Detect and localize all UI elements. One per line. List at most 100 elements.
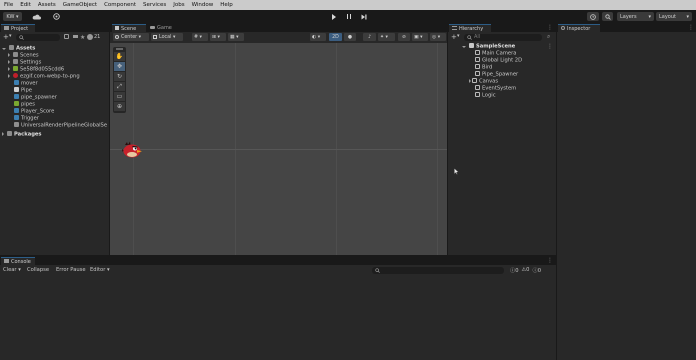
eye-icon[interactable] — [87, 34, 93, 40]
panel-menu-icon[interactable]: ⋮ — [688, 24, 694, 31]
scene-menu-icon[interactable]: ⋮ — [547, 43, 553, 50]
item-label: 5e58f8d055cdd6 — [20, 66, 65, 73]
hand-tool-button[interactable]: ✋ — [114, 52, 125, 61]
panel-menu-icon[interactable]: ⋮ — [547, 257, 553, 264]
history-button[interactable] — [587, 12, 599, 21]
add-object-button[interactable]: + — [451, 33, 457, 41]
error-filter-toggle[interactable]: ⓘ0 — [532, 267, 541, 274]
tree-item-packages[interactable]: Packages — [2, 131, 42, 138]
audio-toggle[interactable]: ♪ — [363, 33, 376, 41]
tab-inspector[interactable]: Inspector — [558, 24, 600, 32]
error-pause-toggle[interactable]: Error Pause — [56, 267, 86, 273]
error-count: 0 — [537, 268, 541, 274]
menu-edit[interactable]: Edit — [20, 2, 31, 8]
filter-type-icon[interactable] — [64, 34, 70, 40]
item-label: Settings — [20, 59, 42, 66]
hierarchy-item-logic[interactable]: Logic — [475, 92, 496, 99]
filter-label-icon[interactable] — [73, 34, 79, 40]
lighting-toggle[interactable]: ● — [344, 33, 356, 41]
menu-help[interactable]: Help — [220, 2, 233, 8]
2d-mode-toggle[interactable]: 2D — [329, 33, 342, 41]
menu-component[interactable]: Component — [104, 2, 136, 8]
play-button[interactable] — [327, 12, 340, 21]
tree-item-trigger[interactable]: Trigger — [14, 115, 39, 122]
tree-item-pipes[interactable]: pipes — [14, 101, 35, 108]
tab-game[interactable]: Game — [147, 24, 177, 32]
menu-window[interactable]: Window — [192, 2, 214, 8]
pivot-center-dropdown[interactable]: Center ▾ — [113, 33, 149, 41]
tree-item-sprite-1[interactable]: 5e58f8d055cdd6 — [8, 66, 64, 73]
hidden-objects-toggle[interactable]: ⊘ — [398, 33, 410, 41]
rect-tool-button[interactable]: ▭ — [114, 92, 125, 101]
chevron-right-icon — [8, 59, 10, 64]
rotate-tool-button[interactable]: ↻ — [114, 72, 125, 81]
services-button[interactable] — [50, 12, 62, 21]
folder-icon — [13, 59, 18, 64]
clear-button[interactable]: Clear ▾ — [3, 267, 21, 273]
item-label: Bird — [482, 64, 493, 71]
hierarchy-search-input[interactable]: All — [464, 33, 542, 41]
grid-snap-button[interactable]: # ▾ — [192, 33, 208, 41]
hierarchy-item-pipe-spawner[interactable]: Pipe_Spawner — [475, 71, 518, 78]
tab-scene[interactable]: Scene — [112, 24, 146, 32]
tab-hierarchy[interactable]: Hierarchy — [449, 24, 491, 32]
tree-item-assets[interactable]: Assets — [2, 45, 35, 52]
tree-item-player-score[interactable]: Player_Score — [14, 108, 54, 115]
camera-settings-dropdown[interactable]: ▣ ▾ — [412, 33, 428, 41]
tab-console[interactable]: Console — [1, 257, 35, 265]
hierarchy-item-canvas[interactable]: Canvas — [469, 78, 498, 85]
tab-project[interactable]: Project — [1, 24, 35, 32]
menu-assets[interactable]: Assets — [38, 2, 56, 8]
item-label: Pipe — [21, 87, 32, 94]
grid-visibility-button[interactable]: ▦ ▾ — [228, 33, 244, 41]
effects-dropdown[interactable]: ✦ ▾ — [378, 33, 395, 41]
pivot-local-dropdown[interactable]: Local ▾ — [151, 33, 183, 41]
project-search-input[interactable] — [16, 33, 60, 41]
hierarchy-icon — [452, 26, 457, 30]
pause-button[interactable] — [342, 12, 355, 21]
hierarchy-item-main-camera[interactable]: Main Camera — [475, 50, 516, 57]
tree-item-settings[interactable]: Settings — [8, 59, 41, 66]
hierarchy-item-global-light[interactable]: Global Light 2D — [475, 57, 522, 64]
snap-increment-button[interactable]: ⊞ ▾ — [210, 33, 226, 41]
search-icon — [19, 34, 24, 40]
collapse-toggle[interactable]: Collapse — [27, 267, 49, 273]
menu-jobs[interactable]: Jobs — [173, 2, 184, 8]
tree-item-mover[interactable]: mover — [14, 80, 38, 87]
search-button[interactable] — [602, 12, 613, 21]
tree-item-pipe[interactable]: Pipe — [14, 87, 32, 94]
tree-item-urp-global-settings[interactable]: UniversalRenderPipelineGlobalSe — [14, 122, 108, 129]
menu-gameobject[interactable]: GameObject — [63, 2, 97, 8]
panel-menu-icon[interactable]: ⋮ — [547, 24, 553, 31]
log-filter-toggle[interactable]: ⓘ0 — [510, 267, 519, 274]
account-button[interactable]: KW ▾ — [3, 12, 22, 21]
scene-visibility-icon[interactable]: ⌕ — [547, 33, 550, 41]
menu-services[interactable]: Services — [143, 2, 166, 8]
tree-item-scenes[interactable]: Scenes — [8, 52, 39, 59]
hierarchy-item-samplescene[interactable]: SampleScene — [462, 43, 515, 50]
gizmos-dropdown[interactable]: ◎ ▾ — [430, 33, 446, 41]
draw-mode-button[interactable]: ◐ ▾ — [310, 33, 326, 41]
menu-file[interactable]: File — [4, 2, 13, 8]
console-log-area[interactable] — [0, 275, 556, 360]
move-tool-button[interactable]: ✥ — [114, 62, 125, 71]
layers-dropdown[interactable]: Layers ▾ — [617, 12, 654, 21]
cloud-button[interactable] — [24, 12, 48, 21]
warning-filter-toggle[interactable]: ⚠0 — [522, 267, 530, 274]
bird-sprite[interactable] — [122, 141, 143, 158]
search-placeholder: All — [474, 33, 481, 40]
hierarchy-item-bird[interactable]: Bird — [475, 64, 492, 71]
layout-dropdown[interactable]: Layout ▾ — [656, 12, 692, 21]
star-icon[interactable]: ★ — [80, 34, 86, 41]
drag-handle[interactable] — [116, 48, 123, 50]
console-search-input[interactable] — [372, 266, 504, 274]
hierarchy-item-eventsystem[interactable]: EventSystem — [475, 85, 516, 92]
tree-item-pipe-spawner[interactable]: pipe_spawner — [14, 94, 57, 101]
step-button[interactable] — [357, 12, 370, 21]
scale-tool-button[interactable]: ⤢ — [114, 82, 125, 91]
transform-tool-button[interactable]: ⊕ — [114, 102, 125, 111]
add-asset-button[interactable]: + — [3, 33, 9, 41]
tree-item-sprite-2[interactable]: ezgif.com-webp-to-png — [8, 73, 80, 80]
editor-dropdown[interactable]: Editor ▾ — [90, 267, 110, 273]
scene-canvas[interactable] — [110, 43, 447, 255]
